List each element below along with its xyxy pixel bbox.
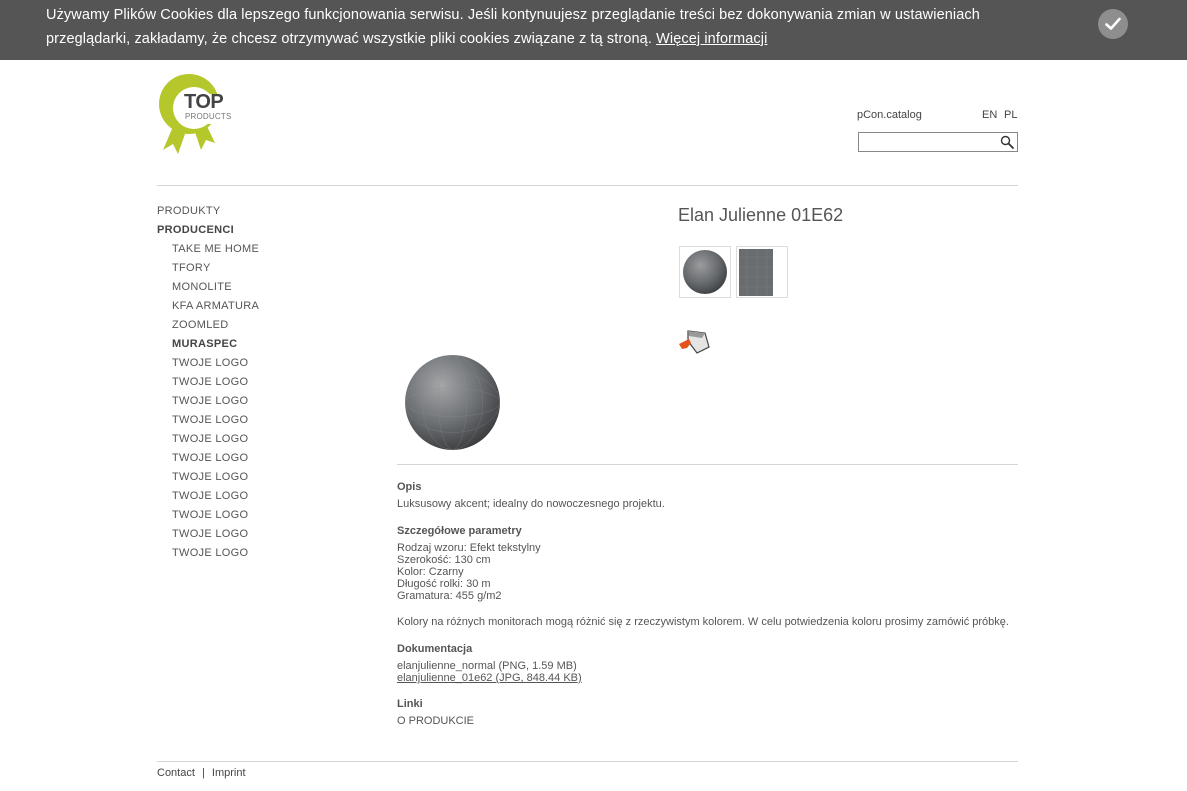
search-box bbox=[858, 132, 1018, 152]
logo-text-products: PRODUCTS bbox=[185, 112, 232, 121]
swatch-thumbnail-image bbox=[739, 249, 773, 296]
nav-item-kfa-armatura[interactable]: KFA ARMATURA bbox=[157, 299, 259, 318]
footer-divider bbox=[157, 761, 1018, 762]
nav-produkty[interactable]: PRODUKTY bbox=[157, 204, 259, 223]
magnifier-icon[interactable] bbox=[1000, 135, 1014, 149]
nav-item-take-me-home[interactable]: TAKE ME HOME bbox=[157, 242, 259, 261]
nav-item-muraspec[interactable]: MURASPEC bbox=[157, 337, 259, 356]
cookie-text-block: Używamy Plików Cookies dla lepszego funk… bbox=[46, 3, 1056, 51]
param-line: Kolor: Czarny bbox=[397, 566, 464, 578]
nav-item-tfory[interactable]: TFORY bbox=[157, 261, 259, 280]
param-line: Długość rolki: 30 m bbox=[397, 578, 491, 590]
logo-text-top: TOP bbox=[184, 91, 224, 113]
link-o-produkcie[interactable]: O PRODUKCIE bbox=[397, 715, 1017, 727]
nav-item-twoje-logo[interactable]: TWOJE LOGO bbox=[157, 546, 259, 565]
nav-item-twoje-logo[interactable]: TWOJE LOGO bbox=[157, 451, 259, 470]
lang-en-link[interactable]: EN bbox=[982, 109, 997, 121]
paint-bucket-icon[interactable] bbox=[677, 327, 711, 355]
doc-link-normal[interactable]: elanjulienne_normal (PNG, 1.59 MB) bbox=[397, 660, 1017, 672]
check-icon bbox=[1105, 17, 1121, 30]
sphere-thumbnail-image bbox=[683, 250, 727, 294]
product-info: Opis Luksusowy akcent; idealny do nowocz… bbox=[397, 481, 1017, 727]
header-divider bbox=[157, 185, 1018, 186]
product-sphere-image bbox=[405, 355, 500, 450]
param-line: Rodzaj wzoru: Efekt tekstylny bbox=[397, 542, 541, 554]
nav-item-monolite[interactable]: MONOLITE bbox=[157, 280, 259, 299]
footer-imprint-link[interactable]: Imprint bbox=[212, 767, 246, 779]
nav-item-twoje-logo[interactable]: TWOJE LOGO bbox=[157, 527, 259, 546]
search-input[interactable] bbox=[861, 134, 997, 149]
doc-list: elanjulienne_normal (PNG, 1.59 MB) elanj… bbox=[397, 660, 1017, 684]
opis-text: Luksusowy akcent; idealny do nowoczesneg… bbox=[397, 498, 665, 510]
product-title: Elan Julienne 01E62 bbox=[678, 205, 844, 225]
nav-item-twoje-logo[interactable]: TWOJE LOGO bbox=[157, 356, 259, 375]
nav-item-zoomled[interactable]: ZOOMLED bbox=[157, 318, 259, 337]
color-note: Kolory na różnych monitorach mogą różnić… bbox=[397, 616, 1009, 628]
param-line: Szerokość: 130 cm bbox=[397, 554, 491, 566]
param-line: Gramatura: 455 g/m2 bbox=[397, 590, 502, 602]
opis-heading: Opis bbox=[397, 481, 422, 493]
nav-item-twoje-logo[interactable]: TWOJE LOGO bbox=[157, 432, 259, 451]
footer: Contact | Imprint bbox=[157, 767, 250, 779]
thumbnail-sphere[interactable] bbox=[679, 246, 731, 298]
params-heading: Szczegółowe parametry bbox=[397, 525, 522, 537]
footer-separator: | bbox=[201, 767, 205, 779]
nav-item-twoje-logo[interactable]: TWOJE LOGO bbox=[157, 375, 259, 394]
cookie-message: Używamy Plików Cookies dla lepszego funk… bbox=[46, 7, 980, 47]
links-heading: Linki bbox=[397, 698, 423, 710]
nav-item-twoje-logo[interactable]: TWOJE LOGO bbox=[157, 470, 259, 489]
cookie-more-info-link[interactable]: Więcej informacji bbox=[656, 31, 767, 47]
footer-contact-link[interactable]: Contact bbox=[157, 767, 195, 779]
nav-item-twoje-logo[interactable]: TWOJE LOGO bbox=[157, 413, 259, 432]
lang-pl-link[interactable]: PL bbox=[1004, 109, 1017, 121]
cookie-banner: Używamy Plików Cookies dla lepszego funk… bbox=[0, 0, 1187, 60]
thumbnail-swatch[interactable] bbox=[736, 246, 788, 298]
params-list: Rodzaj wzoru: Efekt tekstylny Szerokość:… bbox=[397, 542, 1017, 602]
product-divider bbox=[397, 464, 1018, 465]
pcon-catalog-link[interactable]: pCon.catalog bbox=[857, 109, 922, 121]
sidebar-nav: PRODUKTY PRODUCENCI TAKE ME HOME TFORY M… bbox=[157, 204, 259, 565]
nav-item-twoje-logo[interactable]: TWOJE LOGO bbox=[157, 489, 259, 508]
doc-heading: Dokumentacja bbox=[397, 643, 473, 655]
nav-producenci[interactable]: PRODUCENCI bbox=[157, 223, 259, 242]
cookie-accept-button[interactable] bbox=[1098, 9, 1128, 39]
nav-item-twoje-logo[interactable]: TWOJE LOGO bbox=[157, 508, 259, 527]
doc-link-jpg[interactable]: elanjulienne_01e62 (JPG, 848.44 KB) bbox=[397, 672, 582, 684]
nav-item-twoje-logo[interactable]: TWOJE LOGO bbox=[157, 394, 259, 413]
